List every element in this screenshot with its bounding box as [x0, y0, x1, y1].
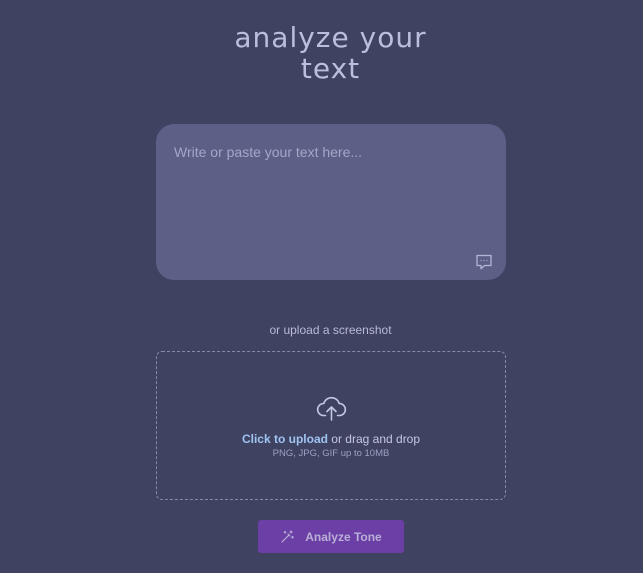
- upload-file-hint: PNG, JPG, GIF up to 10MB: [272, 448, 390, 459]
- click-to-upload-link[interactable]: Click to upload: [242, 432, 328, 446]
- text-input-box: [156, 124, 506, 280]
- text-input[interactable]: [156, 124, 506, 280]
- page-title-line-2: text: [300, 52, 361, 85]
- cloud-upload-icon: [316, 396, 347, 421]
- drag-and-drop-label: or drag and drop: [327, 432, 421, 446]
- upload-instructions: Click to upload or drag and drop: [157, 432, 505, 446]
- page-title: analyze your text: [0, 22, 643, 84]
- magic-wand-icon: [281, 529, 295, 543]
- upload-dropzone[interactable]: Click to upload or drag and drop PNG, JP…: [156, 351, 506, 500]
- chat-bubble-icon: [476, 254, 492, 270]
- upload-divider-label: or upload a screenshot: [269, 323, 392, 337]
- analyze-tone-label: Analyze Tone: [305, 529, 382, 544]
- analyze-tone-button[interactable]: Analyze Tone: [258, 520, 404, 553]
- page-title-line-1: analyze your: [234, 21, 427, 54]
